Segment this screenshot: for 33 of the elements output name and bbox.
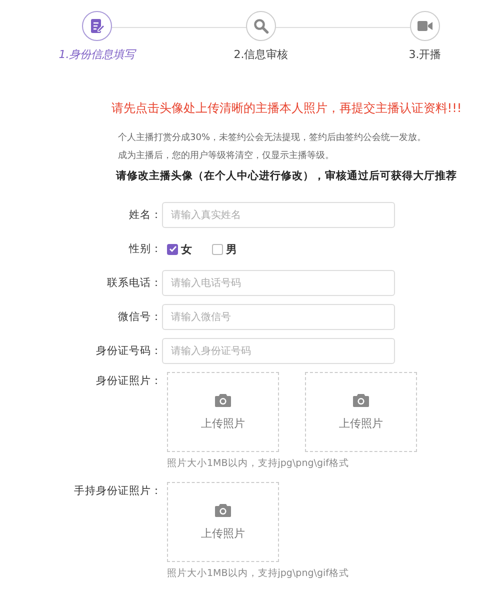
input-field[interactable]: 请输入微信号: [162, 304, 395, 330]
camera-icon: [215, 393, 231, 407]
warning-text: 请先点击头像处上传清晰的主播本人照片，再提交主播认证资料!!!: [110, 100, 463, 117]
field-label: 身份证照片：: [95, 374, 162, 388]
field-label: 联系电话：: [106, 276, 162, 290]
field-label: 身份证号码：: [95, 344, 162, 358]
input-field[interactable]: 请输入真实姓名: [162, 202, 395, 228]
upload-hint: 照片大小1MB以内，支持jpg\png\gif格式: [167, 567, 350, 580]
step-label: 1.身份信息填写: [58, 47, 136, 62]
camera-icon: [353, 393, 369, 407]
upload-hint: 照片大小1MB以内，支持jpg\png\gif格式: [167, 457, 350, 470]
field-label: 性别：: [128, 242, 162, 256]
upload-box[interactable]: 上传照片: [305, 372, 417, 452]
step-label: 3.开播: [408, 47, 442, 62]
step-label: 2.信息审核: [234, 47, 288, 62]
camera-icon: [215, 503, 231, 517]
input-field[interactable]: 请输入身份证号码: [162, 338, 395, 364]
field-label: 姓名：: [128, 208, 162, 222]
upload-box[interactable]: 上传照片: [167, 482, 279, 562]
checkbox[interactable]: [167, 244, 178, 254]
note-text: 成为主播后，您的用户等级将清空，仅显示主播等级。: [118, 150, 335, 162]
note-text: 个人主播打赏分成30%，未签约公会无法提现，签约后由签约公会统一发放。: [118, 132, 428, 144]
search-icon: [253, 18, 269, 34]
input-field[interactable]: 请输入电话号码: [162, 270, 395, 296]
video-camera-icon: [417, 19, 433, 33]
upload-box[interactable]: 上传照片: [167, 372, 279, 452]
field-label: 微信号：: [117, 310, 162, 324]
avatar-notice: 请修改主播头像（在个人中心进行修改），审核通过后可获得大厅推荐: [116, 169, 458, 183]
field-label: 手持身份证照片：: [73, 484, 162, 498]
edit-icon: [89, 18, 105, 34]
checkbox[interactable]: [212, 244, 223, 254]
option-label[interactable]: 女: [181, 242, 192, 256]
option-label[interactable]: 男: [226, 242, 237, 256]
